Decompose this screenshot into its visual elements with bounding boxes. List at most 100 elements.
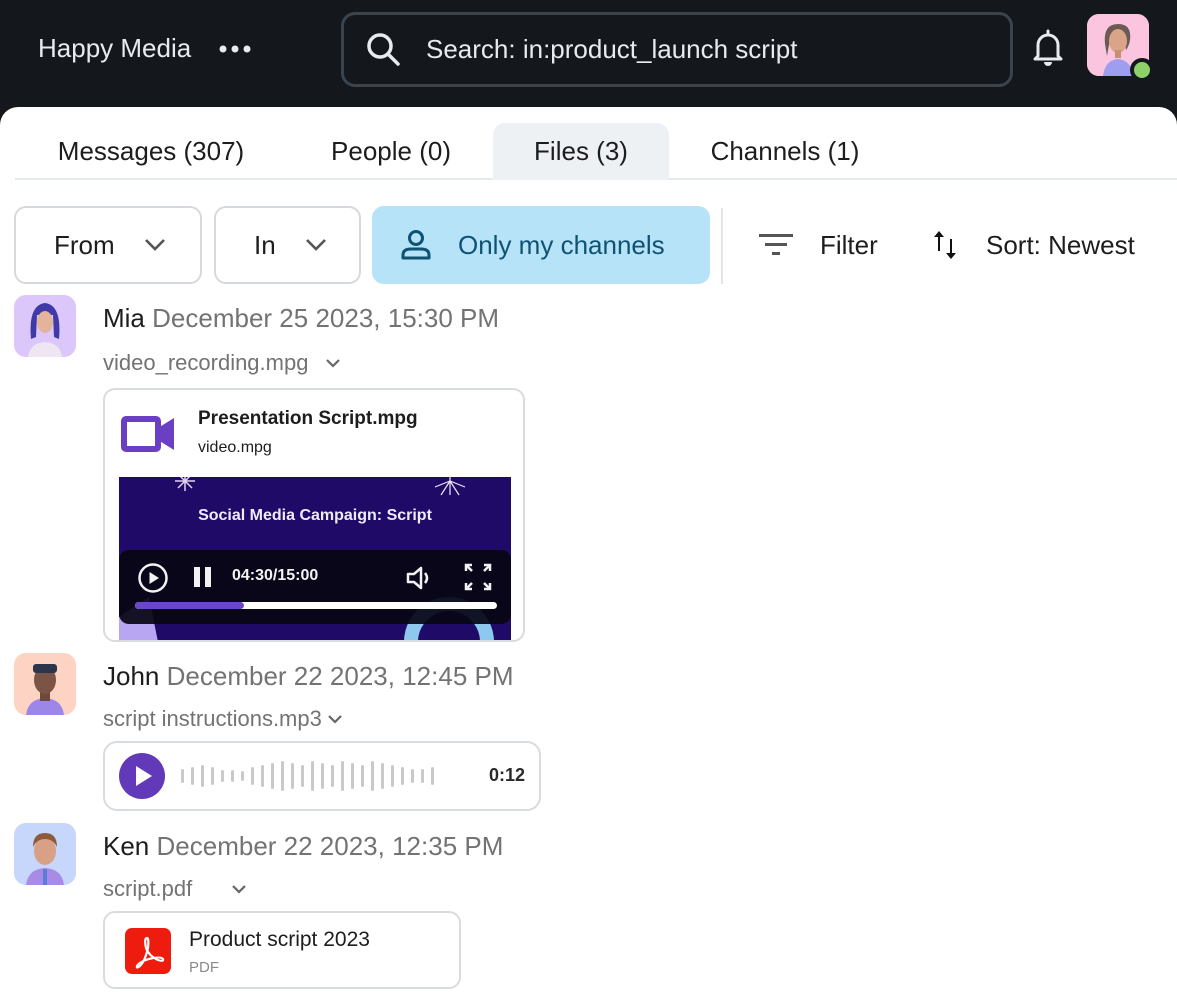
file-name-toggle[interactable]: script.pdf	[103, 876, 248, 902]
attachment-title: Product script 2023	[189, 928, 370, 951]
waveform-bar	[281, 761, 284, 791]
waveform-bar	[381, 763, 384, 789]
person-icon	[401, 230, 431, 260]
waveform-bar	[431, 767, 434, 785]
chevron-down-icon	[305, 239, 326, 251]
waveform-bar	[391, 765, 394, 787]
only-my-channels-label: Only my channels	[458, 229, 665, 260]
filter-bar: From In Only my channels Filter Sort: Ne…	[14, 206, 1177, 284]
result-item: Ken December 22 2023, 12:35 PM script.pd…	[14, 823, 614, 1000]
result-meta: Ken December 22 2023, 12:35 PM	[103, 831, 503, 862]
waveform-bar	[411, 769, 414, 783]
chevron-down-icon	[232, 885, 247, 894]
file-name: script.pdf	[103, 876, 193, 901]
attachment-title: Presentation Script.mpg	[198, 408, 418, 429]
tab-messages[interactable]: Messages (307)	[15, 123, 287, 180]
tab-people[interactable]: People (0)	[297, 123, 485, 180]
author-avatar[interactable]	[14, 823, 76, 885]
waveform-bar	[271, 763, 274, 789]
author-name[interactable]: Mia	[103, 303, 145, 333]
waveform-bar	[241, 771, 244, 781]
only-my-channels-toggle[interactable]: Only my channels	[372, 206, 710, 284]
waveform-bar	[261, 765, 264, 787]
result-meta: John December 22 2023, 12:45 PM	[103, 661, 514, 692]
waveform-bar	[191, 767, 194, 785]
result-date: December 22 2023, 12:35 PM	[156, 831, 504, 861]
tab-channels[interactable]: Channels (1)	[683, 123, 887, 180]
waveform-bar	[291, 763, 294, 789]
filter-label: Filter	[820, 229, 878, 260]
result-date: December 22 2023, 12:45 PM	[166, 661, 514, 691]
waveform-bar	[221, 770, 224, 782]
sparkle-decoration	[175, 477, 195, 491]
top-bar: Happy Media	[0, 0, 1177, 108]
chevron-down-icon	[144, 239, 165, 251]
from-label: From	[54, 229, 115, 260]
search-box[interactable]	[341, 12, 1013, 87]
file-name: video_recording.mpg	[103, 350, 309, 375]
search-icon	[367, 32, 400, 66]
video-progress-fill	[135, 602, 244, 609]
sort-button[interactable]: Sort: Newest	[930, 206, 1135, 284]
play-circle-icon[interactable]	[137, 562, 169, 594]
workspace-name[interactable]: Happy Media	[38, 33, 191, 64]
sparkle-decoration	[434, 477, 466, 496]
video-player[interactable]: Social Media Campaign: Script 04:30/15:0…	[119, 477, 511, 640]
volume-icon[interactable]	[405, 563, 435, 593]
file-name-toggle[interactable]: script instructions.mp3	[103, 706, 344, 732]
waveform-bar	[331, 765, 334, 787]
author-avatar[interactable]	[14, 653, 76, 715]
waveform-bar	[371, 761, 374, 791]
in-label: In	[254, 229, 276, 260]
file-name-toggle[interactable]: video_recording.mpg	[103, 350, 342, 376]
result-item: John December 22 2023, 12:45 PM script i…	[14, 653, 614, 823]
waveform-bar	[211, 767, 214, 785]
audio-waveform[interactable]	[181, 761, 473, 791]
fullscreen-icon[interactable]	[463, 562, 493, 592]
tab-files[interactable]: Files (3)	[493, 123, 669, 180]
filter-button[interactable]: Filter	[758, 206, 878, 284]
pause-icon[interactable]	[192, 565, 214, 589]
more-icon[interactable]	[218, 28, 252, 75]
waveform-bar	[181, 769, 184, 783]
result-meta: Mia December 25 2023, 15:30 PM	[103, 303, 499, 334]
result-item: Mia December 25 2023, 15:30 PM video_rec…	[14, 295, 614, 645]
waveform-bar	[251, 767, 254, 785]
author-avatar[interactable]	[14, 295, 76, 357]
chevron-down-icon	[326, 359, 341, 368]
search-results-panel: Messages (307) People (0) Files (3) Chan…	[0, 107, 1177, 1000]
waveform-bar	[421, 769, 424, 783]
video-camera-icon	[121, 416, 174, 452]
result-date: December 25 2023, 15:30 PM	[152, 303, 500, 333]
from-dropdown[interactable]: From	[14, 206, 202, 284]
waveform-bar	[401, 767, 404, 785]
search-input[interactable]	[426, 34, 986, 65]
waveform-bar	[351, 763, 354, 789]
chevron-down-icon	[328, 715, 342, 724]
author-name[interactable]: John	[103, 661, 159, 691]
audio-attachment-card[interactable]: 0:12	[103, 741, 541, 811]
waveform-bar	[361, 765, 364, 787]
pdf-icon	[125, 928, 171, 974]
pdf-attachment-card[interactable]: Product script 2023 PDF	[103, 911, 461, 989]
waveform-bar	[311, 761, 314, 791]
video-time: 04:30/15:00	[232, 567, 319, 584]
file-name: script instructions.mp3	[103, 706, 322, 731]
video-progress-bar[interactable]	[135, 602, 497, 609]
bell-icon[interactable]	[1030, 28, 1066, 68]
waveform-bar	[231, 770, 234, 782]
result-tabs: Messages (307) People (0) Files (3) Chan…	[15, 123, 1177, 180]
attachment-type: PDF	[189, 959, 219, 976]
audio-play-button[interactable]	[119, 753, 165, 799]
play-icon	[136, 766, 152, 786]
waveform-bar	[321, 763, 324, 789]
waveform-bar	[341, 761, 344, 791]
attachment-subtitle: video.mpg	[198, 439, 272, 456]
user-avatar[interactable]	[1087, 14, 1154, 82]
in-dropdown[interactable]: In	[214, 206, 361, 284]
filter-icon	[759, 234, 793, 255]
sort-label: Sort: Newest	[986, 229, 1135, 260]
video-thumbnail-title: Social Media Campaign: Script	[198, 507, 432, 524]
author-name[interactable]: Ken	[103, 831, 149, 861]
video-attachment-card[interactable]: Presentation Script.mpg video.mpg Social…	[103, 388, 525, 642]
